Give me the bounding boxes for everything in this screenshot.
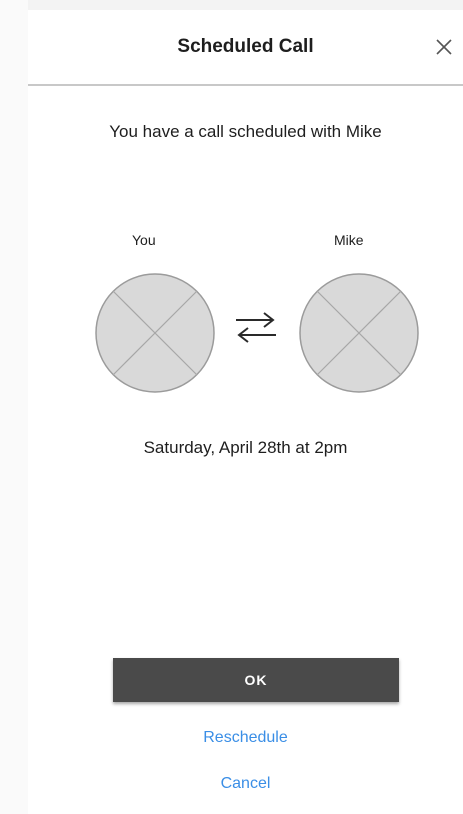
call-datetime: Saturday, April 28th at 2pm xyxy=(143,438,348,457)
avatar-placeholder-icon xyxy=(95,273,215,393)
call-message: You have a call scheduled with Mike xyxy=(109,122,382,141)
close-button[interactable] xyxy=(431,34,457,60)
avatar-mike xyxy=(298,272,420,394)
participant-you-label: You xyxy=(132,232,156,248)
avatar-placeholder-icon xyxy=(299,273,419,393)
backdrop-left xyxy=(0,0,28,814)
screen: Scheduled Call You have a call scheduled… xyxy=(0,0,463,814)
avatar-you xyxy=(94,272,216,394)
ok-button[interactable]: OK xyxy=(113,658,399,702)
dialog-title: Scheduled Call xyxy=(177,36,314,57)
reschedule-link[interactable]: Reschedule xyxy=(28,729,463,747)
swap-arrows-icon xyxy=(236,312,276,343)
dialog-header: Scheduled Call xyxy=(28,10,463,86)
cancel-link[interactable]: Cancel xyxy=(28,775,463,793)
swap-arrows xyxy=(232,302,280,350)
backdrop-top xyxy=(0,0,463,10)
participant-mike-label: Mike xyxy=(334,232,364,248)
close-icon xyxy=(436,39,452,55)
scheduled-call-dialog: Scheduled Call You have a call scheduled… xyxy=(28,10,463,814)
